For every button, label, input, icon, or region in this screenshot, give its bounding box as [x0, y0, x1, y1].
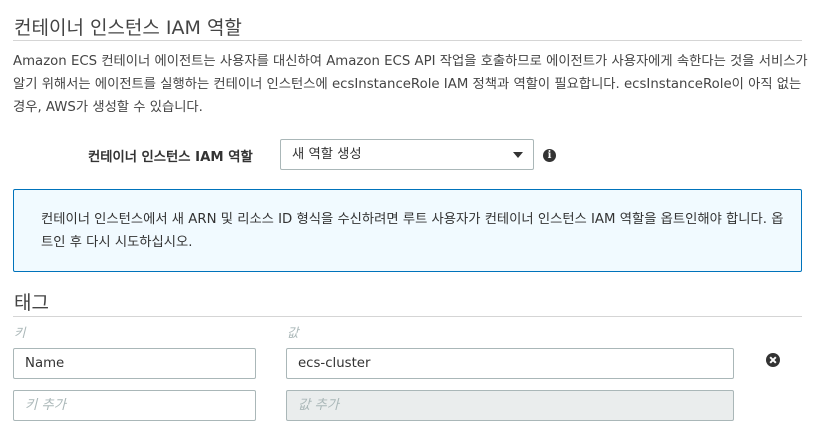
remove-circle-icon[interactable] — [766, 353, 780, 367]
tag-value-input[interactable]: ecs-cluster — [286, 348, 734, 379]
iam-role-select-value: 새 역할 생성 — [292, 147, 362, 162]
info-alert-text: 컨테이너 인스턴스에서 새 ARN 및 리소스 ID 형식을 수신하려면 루트 … — [41, 212, 784, 250]
iam-role-select[interactable]: 새 역할 생성 — [280, 139, 534, 170]
info-icon[interactable]: i — [543, 149, 556, 162]
iam-role-description: Amazon ECS 컨테이너 에이전트는 사용자를 대신하여 Amazon E… — [13, 54, 808, 115]
section-title-tags: 태그 — [14, 292, 49, 314]
info-alert-box: 컨테이너 인스턴스에서 새 ARN 및 리소스 ID 형식을 수신하려면 루트 … — [13, 189, 802, 272]
new-tag-value-input: 값 추가 — [286, 390, 734, 421]
new-tag-key-input[interactable]: 키 추가 — [13, 390, 256, 421]
tag-value-column-header: 값 — [287, 325, 299, 340]
tag-key-column-header: 키 — [14, 325, 26, 340]
section-divider — [13, 40, 802, 41]
iam-role-field-label: 컨테이너 인스턴스 IAM 역할 — [88, 150, 253, 165]
chevron-down-icon — [513, 152, 523, 158]
section-title-iam-role: 컨테이너 인스턴스 IAM 역할 — [14, 17, 242, 39]
tag-key-input[interactable]: Name — [13, 348, 256, 379]
section-divider — [13, 316, 802, 317]
